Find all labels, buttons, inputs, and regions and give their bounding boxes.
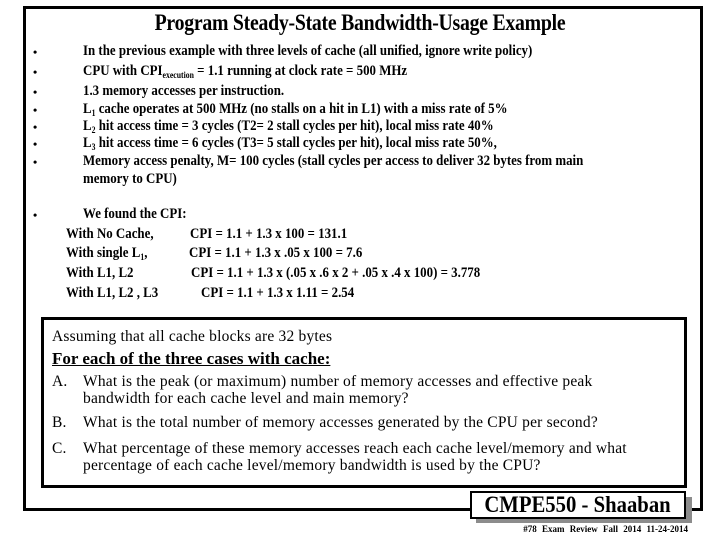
- question-c-line1: What percentage of these memory accesses…: [83, 440, 627, 457]
- slide-footer: #78 Exam Review Fall 2014 11-24-2014: [523, 524, 688, 534]
- cpi-row-label: With single L1,: [66, 245, 148, 262]
- given-item-6-continuation: memory to CPU): [83, 171, 177, 187]
- bullet-icon: •: [33, 65, 38, 79]
- question-letter: C.: [52, 440, 67, 457]
- bullet-icon: •: [33, 120, 38, 134]
- cpi-row-label: With L1, L2: [66, 265, 134, 281]
- given-item-5: L3 hit access time = 6 cycles (T3= 5 sta…: [83, 135, 497, 152]
- given-item-6: Memory access penalty, M= 100 cycles (st…: [83, 153, 584, 169]
- given-item-1: CPU with CPIexecution = 1.1 running at c…: [83, 63, 408, 80]
- bullet-icon: •: [33, 155, 38, 169]
- cpi-row-formula: CPI = 1.1 + 1.3 x 100 = 131.1: [190, 226, 348, 242]
- date: 11-24-2014: [646, 524, 689, 534]
- bullet-icon: •: [33, 137, 38, 151]
- bullet-icon: •: [33, 85, 38, 99]
- cpi-row-label: With L1, L2 , L3: [66, 285, 159, 301]
- question-b-line1: What is the total number of memory acces…: [83, 414, 598, 431]
- question-a-line2: bandwidth for each cache level and main …: [83, 390, 409, 407]
- cpi-row-label: With No Cache,: [66, 226, 154, 242]
- cpi-heading: We found the CPI:: [83, 206, 187, 222]
- lecture-name: Exam Review: [542, 524, 598, 534]
- given-item-4: L2 hit access time = 3 cycles (T2= 2 sta…: [83, 118, 494, 135]
- cpi-row-formula: CPI = 1.1 + 1.3 x .05 x 100 = 7.6: [189, 245, 363, 261]
- given-item-2: 1.3 memory accesses per instruction.: [83, 83, 285, 99]
- question-c-line2: percentage of each cache level/memory ba…: [83, 457, 541, 474]
- course-badge-label: CMPE550 - Shaaban: [484, 492, 672, 517]
- questions-heading: For each of the three cases with cache:: [52, 349, 331, 368]
- slide-number: #78: [523, 524, 537, 534]
- bullet-icon: •: [33, 45, 38, 59]
- bullet-icon: •: [33, 208, 38, 222]
- question-letter: B.: [52, 414, 67, 431]
- cpi-row-formula: CPI = 1.1 + 1.3 x (.05 x .6 x 2 + .05 x …: [191, 265, 481, 281]
- bullet-icon: •: [33, 103, 38, 117]
- question-letter: A.: [52, 373, 68, 390]
- question-a-line1: What is the peak (or maximum) number of …: [83, 373, 593, 390]
- given-item-0: In the previous example with three level…: [83, 43, 533, 59]
- slide-title: Program Steady-State Bandwidth-Usage Exa…: [154, 10, 566, 35]
- term: Fall 2014: [603, 524, 642, 534]
- course-badge: CMPE550 - Shaaban: [470, 491, 686, 519]
- given-item-3: L1 cache operates at 500 MHz (no stalls …: [83, 101, 508, 118]
- assumption-text: Assuming that all cache blocks are 32 by…: [52, 328, 333, 345]
- cpi-row-formula: CPI = 1.1 + 1.3 x 1.11 = 2.54: [201, 285, 355, 301]
